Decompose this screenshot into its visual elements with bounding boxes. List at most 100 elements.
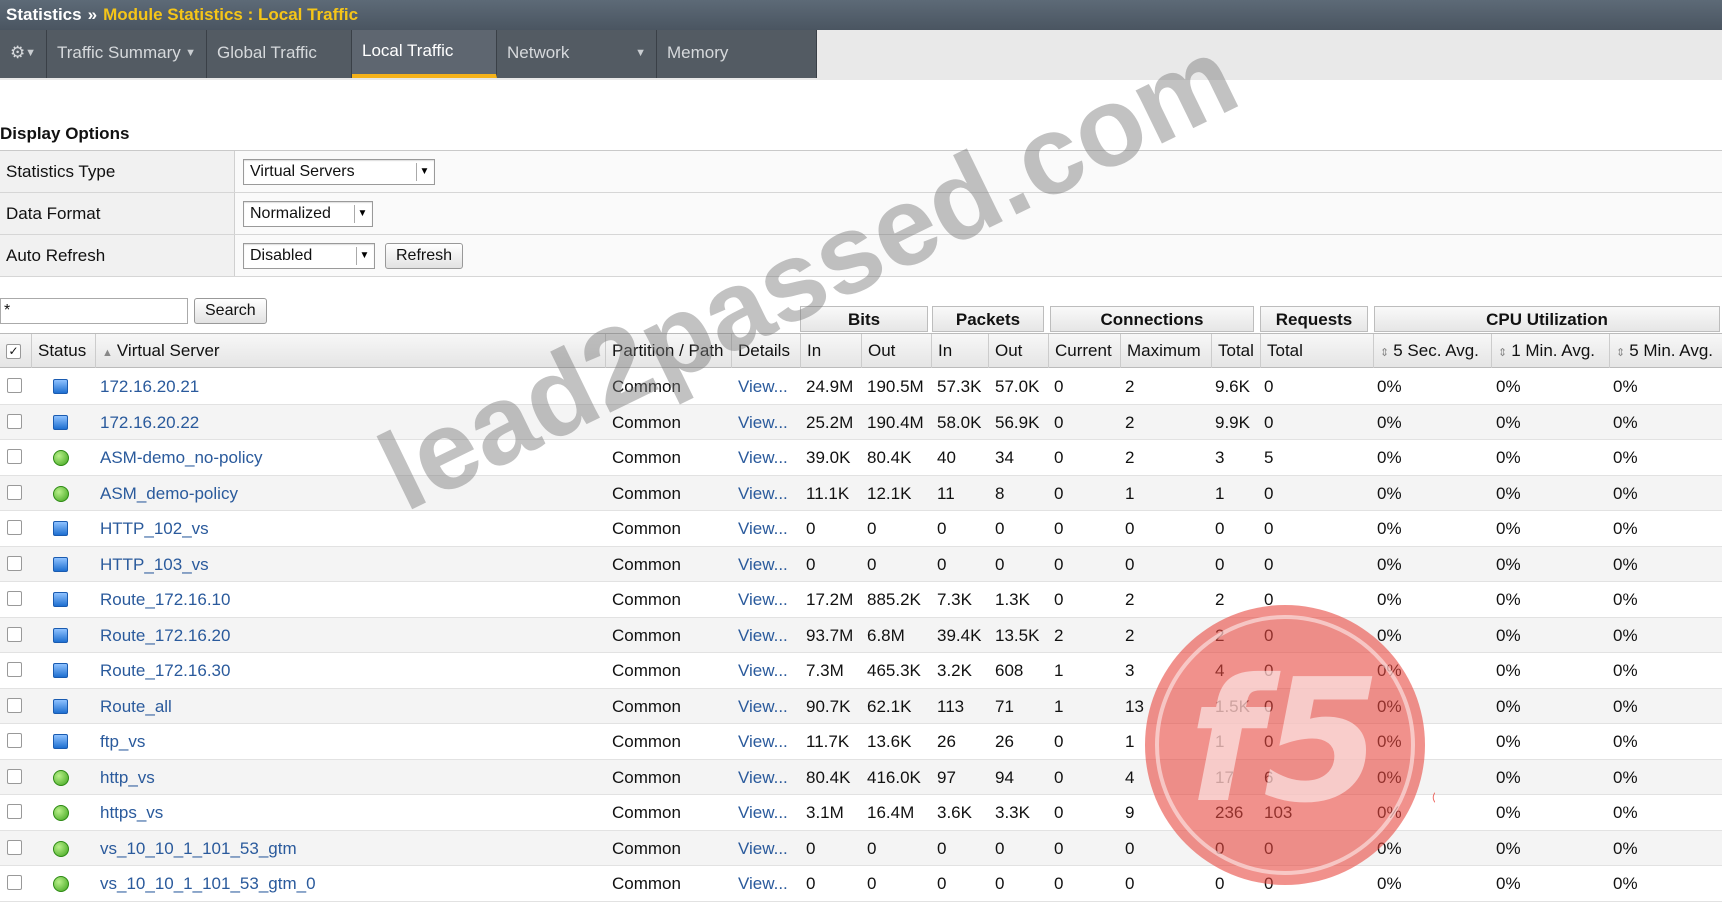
tab-memory[interactable]: Memory	[657, 30, 817, 78]
packets-in: 97	[937, 767, 956, 787]
row-checkbox[interactable]	[7, 875, 22, 890]
details-link[interactable]: View...	[738, 511, 788, 546]
table-header: ✓ Status ▲ Virtual Server Partition / Pat…	[0, 333, 1722, 368]
details-link[interactable]: View...	[738, 795, 788, 830]
virtual-servers-table-body: 172.16.20.21 Common View... 24.9M 190.5M 57.3…	[0, 369, 1722, 902]
cpu-5sec: 0%	[1377, 554, 1402, 574]
details-link[interactable]: View...	[738, 547, 788, 582]
col-cpu-5min[interactable]: ⇕ 5 Min. Avg.	[1609, 334, 1722, 368]
row-checkbox[interactable]	[7, 555, 22, 571]
col-virtual-server[interactable]: ▲ Virtual Server	[95, 334, 605, 368]
cpu-5sec: 0%	[1377, 732, 1402, 751]
row-checkbox[interactable]	[7, 591, 22, 606]
col-status[interactable]: Status	[31, 334, 95, 368]
col-requests-total[interactable]: Total	[1260, 334, 1373, 368]
tab-traffic-summary[interactable]: Traffic Summary ▼	[47, 30, 207, 78]
data-format-select[interactable]: Normalized ▼	[243, 201, 373, 227]
details-link[interactable]: View...	[738, 405, 788, 440]
vs-name[interactable]: HTTP_103_vs	[100, 547, 209, 582]
details-link[interactable]: View...	[738, 831, 788, 866]
cpu-5sec: 0%	[1377, 519, 1402, 538]
select-all-checkbox[interactable]: ✓	[6, 344, 21, 360]
row-checkbox[interactable]	[7, 413, 22, 429]
row-checkbox[interactable]	[7, 697, 22, 713]
vs-name[interactable]: 172.16.20.22	[100, 405, 199, 440]
details-link[interactable]: View...	[738, 653, 788, 688]
row-checkbox[interactable]	[7, 626, 22, 642]
search-button[interactable]: Search	[194, 298, 267, 324]
vs-name[interactable]: vs_10_10_1_101_53_gtm	[100, 831, 297, 866]
col-packets-out[interactable]: Out	[988, 334, 1048, 368]
details-link[interactable]: View...	[738, 724, 788, 759]
col-bits-out[interactable]: Out	[861, 334, 931, 368]
tab-global-traffic[interactable]: Global Traffic	[207, 30, 352, 78]
tab-settings-menu[interactable]: ⚙ ▼	[0, 30, 47, 78]
row-checkbox[interactable]	[7, 378, 22, 393]
details-link[interactable]: View...	[738, 760, 788, 795]
statistics-type-select[interactable]: Virtual Servers ▼	[243, 159, 435, 185]
dropdown-arrow-icon: ▼	[416, 163, 432, 181]
conn-total: 0	[1215, 519, 1225, 538]
row-checkbox[interactable]	[7, 768, 22, 784]
cpu-5sec: 0%	[1377, 803, 1402, 822]
vs-name[interactable]: HTTP_102_vs	[100, 511, 209, 546]
cpu-5min: 0%	[1613, 554, 1638, 574]
vs-name[interactable]: Route_172.16.10	[100, 582, 230, 617]
row-checkbox[interactable]	[7, 733, 22, 748]
row-checkbox[interactable]	[7, 484, 22, 500]
vs-name[interactable]: ASM_demo-policy	[100, 476, 238, 511]
conn-maximum: 3	[1125, 661, 1135, 680]
row-checkbox[interactable]	[7, 839, 22, 855]
bits-out: 12.1K	[867, 483, 912, 503]
details-link[interactable]: View...	[738, 440, 788, 475]
vs-name[interactable]: ftp_vs	[100, 724, 145, 759]
conn-total: 2	[1215, 625, 1225, 645]
bits-out: 0	[867, 838, 877, 858]
row-checkbox[interactable]	[7, 804, 22, 819]
tab-network[interactable]: Network ▼	[497, 30, 657, 78]
statistics-type-row: Statistics Type Virtual Servers ▼	[0, 151, 1722, 193]
packets-in: 26	[937, 732, 956, 751]
row-checkbox[interactable]	[7, 520, 22, 535]
col-packets-in[interactable]: In	[931, 334, 988, 368]
details-link[interactable]: View...	[738, 689, 788, 724]
cpu-5min: 0%	[1613, 732, 1638, 751]
requests-total: 0	[1264, 483, 1274, 503]
col-conn-maximum[interactable]: Maximum	[1120, 334, 1211, 368]
refresh-button[interactable]: Refresh	[385, 243, 464, 269]
cpu-1min: 0%	[1496, 661, 1521, 680]
conn-maximum: 0	[1125, 838, 1135, 858]
col-bits-in[interactable]: In	[800, 334, 861, 368]
search-input[interactable]: *	[0, 298, 188, 324]
row-checkbox[interactable]	[7, 662, 22, 677]
details-link[interactable]: View...	[738, 582, 788, 617]
cpu-5sec: 0%	[1377, 767, 1402, 787]
cpu-1min: 0%	[1496, 590, 1521, 609]
auto-refresh-select[interactable]: Disabled ▼	[243, 243, 375, 269]
conn-maximum: 2	[1125, 377, 1135, 396]
vs-name[interactable]: https_vs	[100, 795, 163, 830]
vs-name[interactable]: Route_172.16.20	[100, 618, 230, 653]
row-checkbox[interactable]	[7, 449, 22, 464]
breadcrumb-root[interactable]: Statistics	[6, 5, 82, 24]
vs-name[interactable]: Route_172.16.30	[100, 653, 230, 688]
vs-name[interactable]: 172.16.20.21	[100, 369, 199, 404]
tab-local-traffic[interactable]: Local Traffic	[352, 30, 497, 78]
details-link[interactable]: View...	[738, 369, 788, 404]
col-cpu-1min[interactable]: ⇕ 1 Min. Avg.	[1491, 334, 1609, 368]
bits-in: 0	[806, 838, 816, 858]
col-partition[interactable]: Partition / Path	[605, 334, 731, 368]
col-cpu-5sec[interactable]: ⇕ 5 Sec. Avg.	[1373, 334, 1491, 368]
cpu-5min: 0%	[1613, 803, 1638, 822]
col-conn-total[interactable]: Total	[1211, 334, 1260, 368]
details-link[interactable]: View...	[738, 618, 788, 653]
table-row: HTTP_102_vs Common View... 0 0 0 0 0 0 0 0 0% 0% 0%	[0, 511, 1722, 547]
vs-name[interactable]: ASM-demo_no-policy	[100, 440, 263, 475]
details-link[interactable]: View...	[738, 476, 788, 511]
col-cpu-5sec-label: 5 Sec. Avg.	[1393, 341, 1479, 360]
conn-total: 17	[1215, 767, 1234, 787]
vs-name[interactable]: Route_all	[100, 689, 172, 724]
requests-total: 0	[1264, 412, 1274, 432]
vs-name[interactable]: http_vs	[100, 760, 155, 795]
col-conn-current[interactable]: Current	[1048, 334, 1120, 368]
